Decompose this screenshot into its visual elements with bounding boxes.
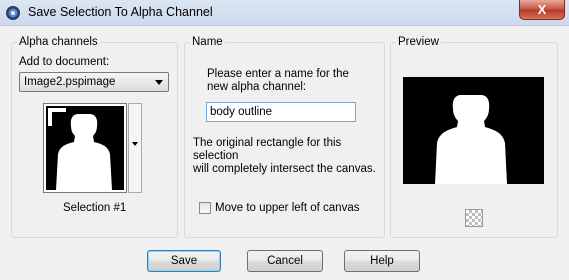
intersect-info-line2: will completely intersect the canvas. <box>193 163 376 175</box>
document-select-value: Image2.pspimage <box>24 76 116 88</box>
selection-caption: Selection #1 <box>63 202 127 214</box>
app-icon <box>6 6 20 20</box>
dropdown-arrow-icon <box>132 142 138 146</box>
intersect-info: The original rectangle for this selectio… <box>193 137 378 176</box>
save-button[interactable]: Save <box>147 250 221 272</box>
transparency-toggle-icon[interactable] <box>465 209 483 227</box>
dialog-window: Save Selection To Alpha Channel X Alpha … <box>0 0 569 280</box>
channel-thumbnail-image <box>46 106 124 190</box>
cancel-button[interactable]: Cancel <box>247 250 323 272</box>
move-upper-left-label[interactable]: Move to upper left of canvas <box>215 202 359 214</box>
preview-silhouette-icon <box>435 95 507 184</box>
add-to-document-label: Add to document: <box>19 56 110 68</box>
close-icon: X <box>537 2 547 17</box>
chevron-down-icon <box>155 80 163 85</box>
preview-image <box>403 77 544 184</box>
channel-name-input[interactable] <box>206 102 356 122</box>
close-button[interactable]: X <box>519 0 565 20</box>
help-button[interactable]: Help <box>344 250 420 272</box>
document-select[interactable]: Image2.pspimage <box>19 72 169 92</box>
channel-thumbnail[interactable] <box>43 103 127 193</box>
intersect-info-line1: The original rectangle for this selectio… <box>193 137 342 162</box>
window-title: Save Selection To Alpha Channel <box>28 5 213 19</box>
alpha-channels-title: Alpha channels <box>17 36 100 48</box>
silhouette-icon <box>48 108 112 190</box>
name-group-title: Name <box>190 36 225 48</box>
name-prompt-line2: new alpha channel: <box>207 81 307 93</box>
thumbnail-dropdown-button[interactable] <box>128 103 142 193</box>
name-prompt-line1: Please enter a name for the <box>207 68 349 80</box>
title-bar[interactable]: Save Selection To Alpha Channel X <box>0 0 569 26</box>
preview-group-title: Preview <box>396 36 441 48</box>
move-upper-left-checkbox[interactable] <box>199 202 211 214</box>
